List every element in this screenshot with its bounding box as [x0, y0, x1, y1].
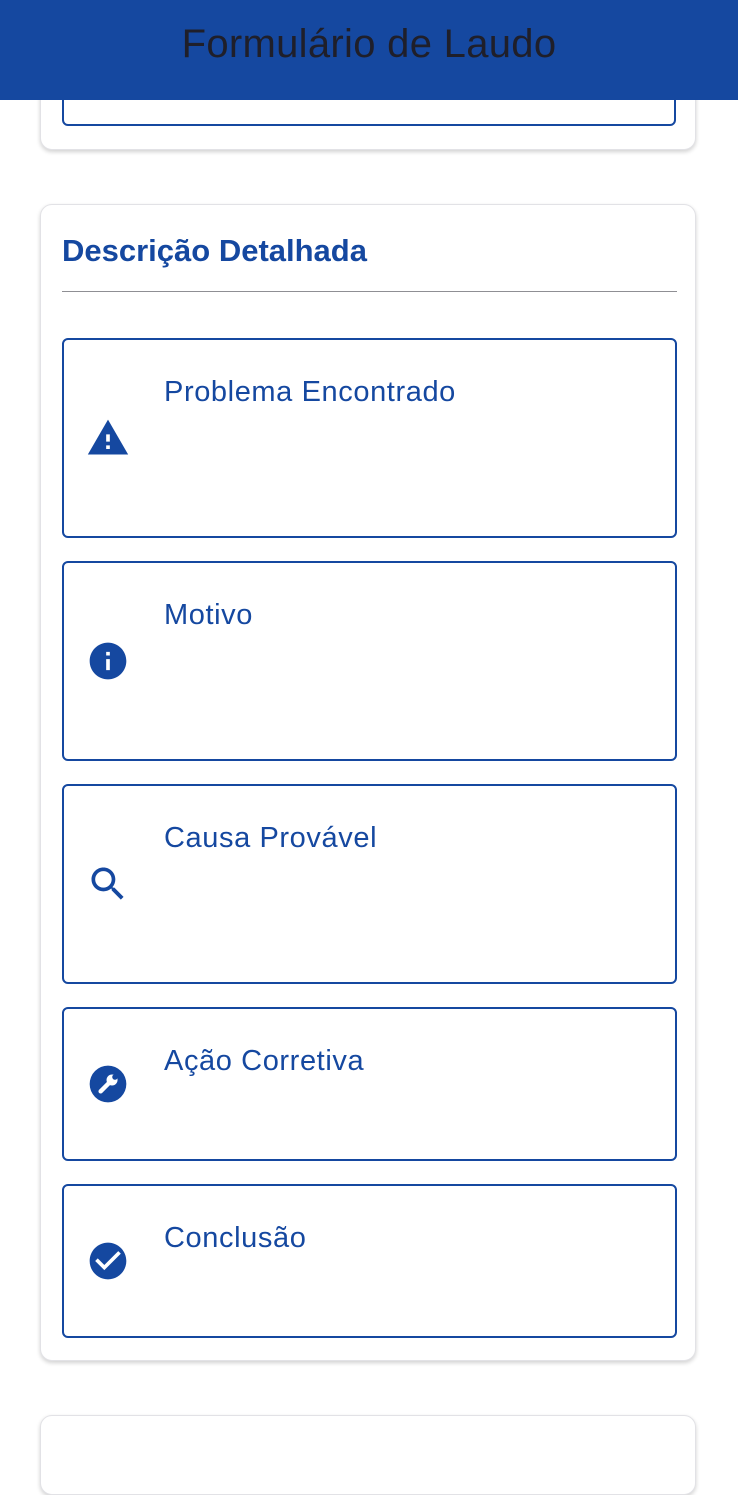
conclusao-label: Conclusão — [164, 1222, 307, 1254]
section-divider — [62, 291, 677, 292]
acao-corretiva-field[interactable]: Ação Corretiva — [62, 1007, 677, 1161]
info-icon — [86, 639, 130, 683]
section-title: Descrição Detalhada — [62, 233, 367, 268]
page-title: Formulário de Laudo — [181, 22, 557, 66]
search-icon — [86, 862, 130, 906]
next-section-card — [40, 1415, 696, 1495]
warning-icon — [86, 416, 130, 460]
check-circle-icon — [86, 1239, 130, 1283]
problema-encontrado-field[interactable]: Problema Encontrado — [62, 338, 677, 538]
app-bar: Formulário de Laudo — [0, 0, 738, 100]
conclusao-field[interactable]: Conclusão — [62, 1184, 677, 1338]
causa-provavel-field[interactable]: Causa Provável — [62, 784, 677, 984]
causa-provavel-label: Causa Provável — [164, 822, 378, 854]
wrench-icon — [86, 1062, 130, 1106]
motivo-field[interactable]: Motivo — [62, 561, 677, 761]
acao-corretiva-label: Ação Corretiva — [164, 1045, 365, 1077]
detailed-description-card: Descrição Detalhada Problema Encontrado … — [40, 204, 696, 1361]
problema-encontrado-label: Problema Encontrado — [164, 376, 456, 408]
motivo-label: Motivo — [164, 599, 254, 631]
